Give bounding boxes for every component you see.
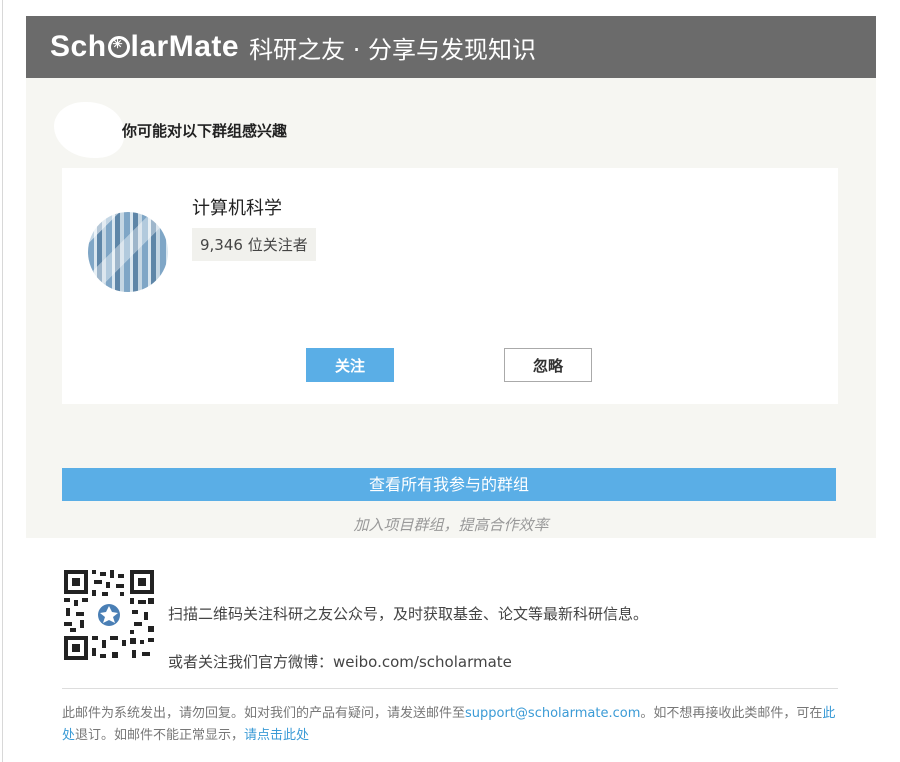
follower-count-badge: 9,346 位关注者	[192, 228, 316, 261]
footer-text-1: 此邮件为系统发出，请勿回复。如对我们的产品有疑问，请发送邮件至	[62, 706, 466, 721]
decorative-blob	[54, 102, 124, 158]
footer-text-3: 退订。如邮件不能正常显示，	[75, 728, 245, 743]
footer-divider	[62, 688, 838, 689]
logo-prefix: Sch	[50, 30, 107, 63]
view-online-link[interactable]: 请点击此处	[244, 728, 309, 743]
slogan-text: 加入项目群组，提高合作效率	[353, 516, 549, 534]
group-name[interactable]: 计算机科学	[192, 194, 282, 220]
group-card: 计算机科学 9,346 位关注者 关注 忽略	[62, 168, 838, 404]
logo-o-icon	[107, 36, 130, 58]
group-avatar[interactable]	[88, 212, 168, 292]
ignore-button[interactable]: 忽略	[504, 348, 592, 382]
header-bar: Sch larMate 科研之友 · 分享与发现知识	[26, 16, 876, 78]
header-tagline: 科研之友 · 分享与发现知识	[249, 35, 536, 64]
weibo-follow-text: 或者关注我们官方微博：weibo.com/scholarmate	[168, 653, 512, 671]
follow-button[interactable]: 关注	[306, 348, 394, 382]
footer-notice: 此邮件为系统发出，请勿回复。如对我们的产品有疑问，请发送邮件至support@s…	[62, 703, 842, 747]
logo-suffix: larMate	[130, 30, 240, 63]
scholarmate-logo[interactable]: Sch larMate	[50, 30, 239, 64]
qr-code-icon	[62, 568, 156, 662]
footer-text-2: 。如不想再接收此类邮件，可在	[640, 706, 823, 721]
recommendation-panel: 你可能对以下群组感兴趣 计算机科学 9,346 位关注者 关注 忽略 查看所有我…	[26, 78, 876, 538]
support-email-link[interactable]: support@scholarmate.com	[465, 706, 640, 721]
wechat-follow-text: 扫描二维码关注科研之友公众号，及时获取基金、论文等最新科研信息。	[168, 605, 649, 623]
page-border	[2, 0, 3, 762]
view-all-groups-button[interactable]: 查看所有我参与的群组	[62, 468, 836, 501]
section-heading: 你可能对以下群组感兴趣	[122, 122, 288, 140]
